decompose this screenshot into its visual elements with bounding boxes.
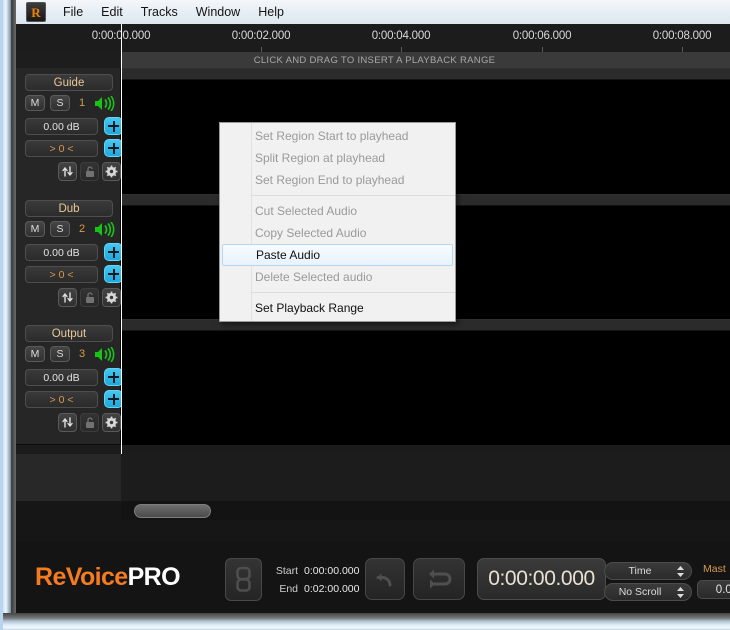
empty-track-area bbox=[16, 454, 730, 543]
reorder-arrows-icon[interactable] bbox=[58, 288, 77, 307]
menu-copy-selected-audio[interactable]: Copy Selected Audio bbox=[220, 222, 455, 244]
revoice-pro-window: R File Edit Tracks Window Help 0:00:00.0… bbox=[0, 0, 730, 630]
track-name-dub[interactable]: Dub bbox=[25, 200, 113, 217]
empty-header-slot bbox=[16, 454, 122, 501]
track-icon-row bbox=[58, 413, 121, 432]
track-number: 3 bbox=[75, 348, 89, 360]
window-left-inner-border bbox=[11, 0, 16, 630]
playback-range-strip[interactable]: CLICK AND DRAG TO INSERT A PLAYBACK RANG… bbox=[16, 52, 730, 69]
menu-split-region[interactable]: Split Region at playhead bbox=[220, 147, 455, 169]
horizontal-scrollbar-thumb[interactable] bbox=[134, 504, 211, 518]
track-header-output[interactable]: Output M S 3 0.00 dB bbox=[16, 319, 121, 444]
lock-icon[interactable] bbox=[80, 162, 99, 181]
chevron-updown-icon[interactable] bbox=[676, 565, 685, 578]
track-gain-field[interactable]: 0.00 dB bbox=[25, 244, 98, 261]
track-name-output[interactable]: Output bbox=[25, 325, 113, 342]
reorder-arrows-icon[interactable] bbox=[58, 413, 77, 432]
track-gain-field[interactable]: 0.00 dB bbox=[25, 118, 98, 135]
solo-button[interactable]: S bbox=[50, 95, 70, 111]
solo-button[interactable]: S bbox=[50, 346, 70, 362]
loop-button[interactable] bbox=[413, 558, 465, 600]
solo-button[interactable]: S bbox=[50, 221, 70, 237]
ruler-label: 0:00:08.000 bbox=[653, 30, 712, 42]
track-icon-row bbox=[58, 162, 121, 181]
range-readout: Start 0:00:00.000 End 0:02:00.000 bbox=[268, 562, 359, 598]
mute-button[interactable]: M bbox=[25, 221, 45, 237]
menu-item-help[interactable]: Help bbox=[249, 2, 293, 22]
menu-item-tracks[interactable]: Tracks bbox=[132, 2, 187, 22]
menu-item-edit[interactable]: Edit bbox=[92, 2, 132, 22]
empty-lane-slot bbox=[121, 454, 730, 501]
track-control-row: M S 1 bbox=[25, 95, 116, 111]
ruler-label: 0:00:06.000 bbox=[513, 30, 572, 42]
end-value: 0:02:00.000 bbox=[304, 580, 359, 598]
wordmark-revoice: ReVoice bbox=[35, 563, 128, 591]
scroll-mode-dropdown[interactable]: No Scroll bbox=[604, 583, 692, 601]
menu-cut-selected-audio[interactable]: Cut Selected Audio bbox=[220, 200, 455, 222]
ruler-label: 0:00:02.000 bbox=[232, 30, 291, 42]
track-threshold-field[interactable]: > 0 < bbox=[25, 140, 98, 157]
speaker-icon[interactable] bbox=[94, 96, 116, 111]
ruler-label: 0:00:04.000 bbox=[372, 30, 431, 42]
track-control-row: M S 3 bbox=[25, 346, 116, 362]
track-row: Output M S 3 0.00 dB bbox=[16, 319, 730, 445]
wordmark-pro: PRO bbox=[128, 563, 180, 591]
ruler-label: 0:00:00.000 bbox=[92, 30, 151, 42]
track-number: 2 bbox=[75, 223, 89, 235]
menu-paste-audio[interactable]: Paste Audio bbox=[222, 244, 453, 266]
mute-button[interactable]: M bbox=[25, 95, 45, 111]
track-control-row: M S 2 bbox=[25, 221, 116, 237]
master-gain-field[interactable]: 0.00 bbox=[697, 580, 730, 599]
lock-icon[interactable] bbox=[80, 413, 99, 432]
track-threshold-field[interactable]: > 0 < bbox=[25, 266, 98, 283]
start-label: Start bbox=[268, 562, 298, 580]
menu-set-region-end[interactable]: Set Region End to playhead bbox=[220, 169, 455, 191]
menu-delete-selected-audio[interactable]: Delete Selected audio bbox=[220, 266, 455, 288]
range-end-row: End 0:02:00.000 bbox=[268, 580, 359, 598]
track-header-dub[interactable]: Dub M S 2 0.00 dB > bbox=[16, 194, 121, 319]
speaker-icon[interactable] bbox=[94, 347, 116, 362]
master-label: Mast bbox=[703, 563, 726, 575]
app-wordmark: ReVoicePRO bbox=[35, 563, 180, 592]
gear-icon[interactable] bbox=[102, 288, 121, 307]
timecode-display[interactable]: 0:00:00.000 bbox=[477, 558, 606, 600]
gear-icon[interactable] bbox=[102, 162, 121, 181]
undo-button[interactable] bbox=[365, 558, 405, 600]
menu-set-playback-range[interactable]: Set Playback Range bbox=[220, 297, 455, 319]
end-label: End bbox=[268, 580, 298, 598]
track-threshold-field[interactable]: > 0 < bbox=[25, 391, 98, 408]
speaker-icon[interactable] bbox=[94, 222, 116, 237]
track-name-guide[interactable]: Guide bbox=[25, 74, 113, 91]
track-number: 1 bbox=[75, 97, 89, 109]
horizontal-scrollbar[interactable] bbox=[121, 501, 730, 520]
start-value: 0:00:00.000 bbox=[304, 562, 359, 580]
timeline-ruler[interactable]: 0:00:00.000 0:00:02.000 0:00:04.000 0:00… bbox=[16, 24, 730, 53]
mute-button[interactable]: M bbox=[25, 346, 45, 362]
view-mode-value: Time bbox=[605, 563, 675, 579]
track-gain-field[interactable]: 0.00 dB bbox=[25, 369, 98, 386]
editor-area: 0:00:00.000 0:00:02.000 0:00:04.000 0:00… bbox=[16, 24, 730, 543]
menu-set-region-start[interactable]: Set Region Start to playhead bbox=[220, 125, 455, 147]
menu-item-file[interactable]: File bbox=[54, 2, 92, 22]
window-bottom-border bbox=[3, 618, 730, 630]
track-lane-output[interactable] bbox=[121, 319, 730, 445]
lock-icon[interactable] bbox=[80, 288, 99, 307]
gear-icon[interactable] bbox=[102, 413, 121, 432]
menu-separator bbox=[251, 292, 455, 293]
chevron-updown-icon[interactable] bbox=[676, 586, 685, 599]
app-logo-icon: R bbox=[26, 2, 46, 22]
menu-bar: R File Edit Tracks Window Help bbox=[16, 0, 730, 24]
track-icon-row bbox=[58, 288, 121, 307]
lane-top-bar bbox=[121, 69, 730, 80]
track-header-guide[interactable]: Guide M S 1 0.00 dB bbox=[16, 68, 121, 194]
playback-range-hint: CLICK AND DRAG TO INSERT A PLAYBACK RANG… bbox=[16, 52, 730, 68]
context-menu: Set Region Start to playhead Split Regio… bbox=[219, 122, 456, 322]
view-mode-dropdown[interactable]: Time bbox=[604, 562, 692, 580]
link-chain-button[interactable] bbox=[225, 558, 262, 601]
menu-separator bbox=[251, 195, 455, 196]
reorder-arrows-icon[interactable] bbox=[58, 162, 77, 181]
range-start-row: Start 0:00:00.000 bbox=[268, 562, 359, 580]
scroll-mode-value: No Scroll bbox=[605, 584, 675, 600]
menu-item-window[interactable]: Window bbox=[187, 2, 249, 22]
